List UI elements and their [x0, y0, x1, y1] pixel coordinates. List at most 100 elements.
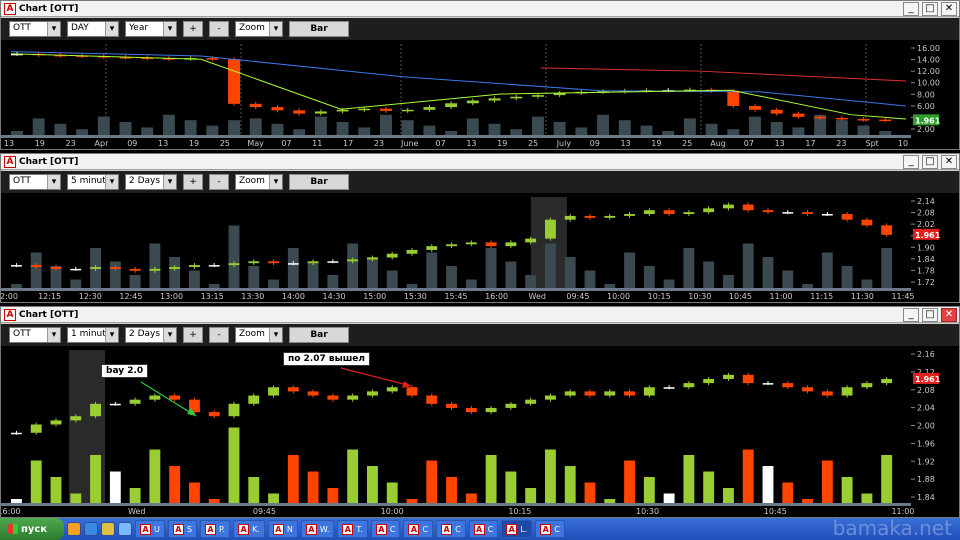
app-logo-icon: A [4, 155, 16, 168]
volume-bar [742, 449, 754, 503]
taskbar-item[interactable]: A W. [300, 520, 335, 538]
candle-body [426, 395, 438, 404]
maximize-button[interactable]: □ [922, 155, 938, 169]
candle-body [485, 242, 497, 247]
interval-select[interactable]: 5 minutes [67, 174, 119, 190]
candle-body [90, 266, 101, 269]
zoom-select[interactable]: Zoom [235, 327, 283, 343]
app-window-icon: A [441, 523, 453, 535]
range-select[interactable]: 2 Days [125, 174, 177, 190]
close-button[interactable]: ✕ [941, 155, 957, 169]
candle-body [169, 266, 181, 269]
volume-bar [640, 125, 653, 135]
taskbar-item[interactable]: AC [535, 520, 565, 538]
interval-select[interactable]: DAY [67, 21, 119, 37]
volume-bar [485, 248, 497, 288]
x-scrollbar [1, 135, 911, 138]
volume-bar [162, 114, 175, 135]
range-select[interactable]: Year [125, 21, 177, 37]
app-window-icon: A [540, 523, 552, 535]
minimize-button[interactable]: _ [903, 2, 919, 16]
candle-body [367, 391, 378, 396]
candle-body [248, 261, 260, 264]
buy-annotation: bay 2.0 [101, 364, 149, 378]
volume-bar [11, 499, 22, 503]
minimize-button[interactable]: _ [903, 308, 919, 322]
close-button[interactable]: ✕ [941, 2, 957, 16]
zoom-in-button[interactable]: + [183, 174, 203, 190]
x-tick-label: 13:15 [201, 292, 224, 301]
ie-icon[interactable] [84, 522, 98, 536]
x-tick-label: 12:45 [119, 292, 142, 301]
y-tick-label: 1.90 [917, 243, 935, 252]
skype-icon[interactable] [118, 522, 132, 536]
symbol-select[interactable]: OTT [9, 327, 61, 343]
taskbar-item[interactable]: A T. [337, 520, 368, 538]
maximize-button[interactable]: □ [922, 2, 938, 16]
x-tick-label: 10:30 [688, 292, 711, 301]
x-tick-label: 09 [127, 139, 137, 148]
taskbar-item[interactable]: AN [267, 520, 298, 538]
x-tick-label: 11:00 [770, 292, 793, 301]
taskbar-item[interactable]: A K. [233, 520, 265, 538]
candle-body [525, 399, 537, 404]
chart-area-day[interactable]: 16.0014.0012.0010.008.006.004.002.001319… [1, 40, 959, 149]
volume-bar [287, 248, 299, 288]
taskbar-item[interactable]: AS [167, 520, 197, 538]
taskbar-item[interactable]: AU [135, 520, 165, 538]
volume-bar [881, 248, 893, 288]
y-tick-label: 6.00 [917, 102, 935, 111]
zoom-out-button[interactable]: - [209, 327, 229, 343]
x-tick-label: 09:45 [253, 507, 276, 516]
volume-bar [54, 123, 67, 135]
window-titlebar[interactable]: A Chart [OTT] _ □ ✕ [1, 154, 959, 170]
zoom-select[interactable]: Zoom [235, 174, 283, 190]
taskbar-item[interactable]: AC [403, 520, 434, 538]
volume-bar [11, 131, 23, 135]
candle-body [770, 109, 783, 114]
window-titlebar[interactable]: A Chart [OTT] _ □ ✕ [1, 1, 959, 17]
range-select[interactable]: 2 Days [125, 327, 177, 343]
bar-type-button[interactable]: Bar [289, 327, 349, 343]
volume-bar [663, 279, 675, 288]
x-tick-label: 13 [620, 139, 630, 148]
maximize-button[interactable]: □ [922, 308, 938, 322]
taskbar-item[interactable]: AC [370, 520, 401, 538]
zoom-out-button[interactable]: - [209, 21, 229, 37]
folder-icon[interactable] [101, 522, 115, 536]
volume-bar [169, 257, 181, 288]
zoom-in-button[interactable]: + [183, 327, 203, 343]
bar-type-button[interactable]: Bar [289, 21, 349, 37]
candle-body [271, 107, 284, 111]
bar-type-button[interactable]: Bar [289, 174, 349, 190]
volume-bar [705, 123, 718, 135]
candle-body [248, 395, 260, 404]
chart-area-1min[interactable]: 2.162.122.082.042.001.961.921.881.8416:0… [1, 346, 959, 517]
taskbar-item[interactable]: AC [436, 520, 466, 538]
candle-body [584, 391, 596, 396]
interval-select[interactable]: 1 minute [67, 327, 119, 343]
y-tick-label: 2.00 [917, 422, 935, 431]
minimize-button[interactable]: _ [903, 155, 919, 169]
volume-bar [32, 118, 45, 135]
volume-bar [327, 488, 339, 503]
window-titlebar[interactable]: A Chart [OTT] _ □ ✕ [1, 307, 959, 323]
taskbar-item[interactable]: AC [468, 520, 499, 538]
chart-window-5min: A Chart [OTT] _ □ ✕ OTT 5 minutes 2 Days… [0, 153, 960, 303]
zoom-out-button[interactable]: - [209, 174, 229, 190]
zoom-select[interactable]: Zoom [235, 21, 283, 37]
chart-area-5min[interactable]: 2.142.082.021.961.901.841.781.722:0012:1… [1, 193, 959, 302]
symbol-select[interactable]: OTT [9, 174, 61, 190]
chart-toolbar: OTT DAY Year + - Zoom Bar [1, 18, 959, 40]
start-button[interactable]: пуск [0, 518, 64, 540]
volume-bar [271, 123, 284, 135]
symbol-select[interactable]: OTT [9, 21, 61, 37]
taskbar-item[interactable]: A P. [199, 520, 231, 538]
taskbar-item[interactable]: A L. [501, 520, 533, 538]
volume-bar [228, 427, 240, 503]
x-tick-label: 10:00 [381, 507, 404, 516]
close-button[interactable]: ✕ [941, 308, 957, 322]
volume-bar [564, 466, 576, 503]
firefox-icon[interactable] [67, 522, 81, 536]
zoom-in-button[interactable]: + [183, 21, 203, 37]
